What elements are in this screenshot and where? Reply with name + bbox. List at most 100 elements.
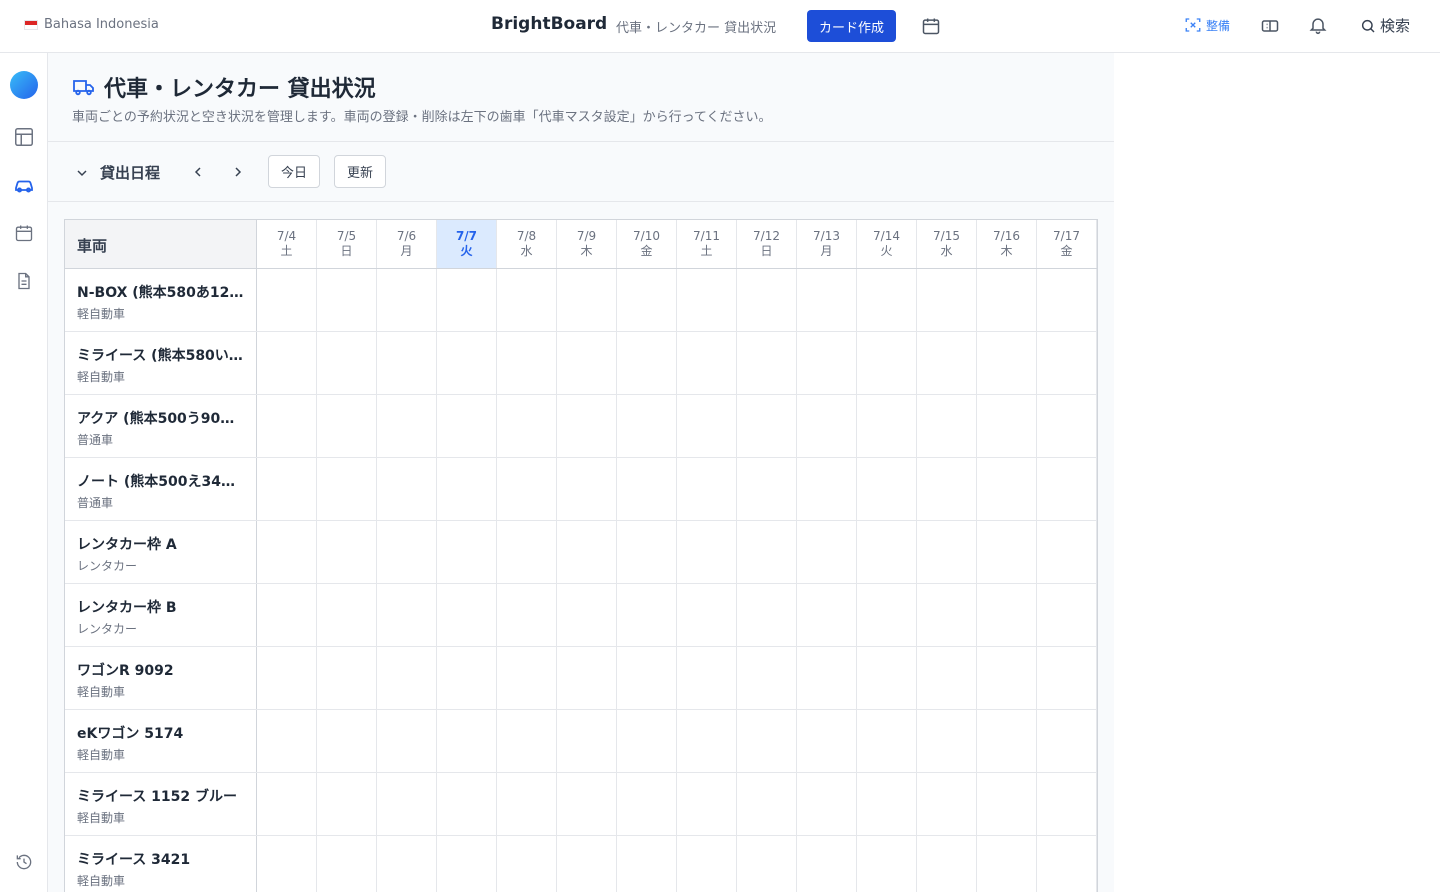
schedule-cell[interactable] (617, 773, 677, 835)
schedule-cell[interactable] (977, 647, 1037, 709)
schedule-cell[interactable] (737, 710, 797, 772)
schedule-cell[interactable] (917, 395, 977, 457)
schedule-cell[interactable] (917, 710, 977, 772)
schedule-cell[interactable] (857, 458, 917, 520)
schedule-cell[interactable] (617, 836, 677, 892)
schedule-cell[interactable] (797, 269, 857, 331)
schedule-cell[interactable] (677, 395, 737, 457)
schedule-cell[interactable] (797, 773, 857, 835)
schedule-cell[interactable] (977, 458, 1037, 520)
schedule-cell[interactable] (497, 836, 557, 892)
ticket-icon[interactable] (1259, 15, 1281, 37)
schedule-cell[interactable] (497, 710, 557, 772)
schedule-cell[interactable] (497, 647, 557, 709)
schedule-cell[interactable] (797, 710, 857, 772)
schedule-cell[interactable] (677, 332, 737, 394)
schedule-cell[interactable] (857, 836, 917, 892)
schedule-cell[interactable] (677, 269, 737, 331)
schedule-cell[interactable] (977, 584, 1037, 646)
schedule-cell[interactable] (737, 269, 797, 331)
schedule-cell[interactable] (917, 647, 977, 709)
schedule-cell[interactable] (257, 710, 317, 772)
vehicle-label[interactable]: ミライース 1152 ブルー 軽自動車 (65, 773, 257, 835)
refresh-button[interactable]: 更新 (334, 155, 387, 188)
avatar[interactable] (10, 71, 38, 99)
schedule-cell[interactable] (317, 710, 377, 772)
schedule-cell[interactable] (317, 836, 377, 892)
schedule-cell[interactable] (317, 269, 377, 331)
schedule-cell[interactable] (557, 395, 617, 457)
schedule-cell[interactable] (977, 269, 1037, 331)
notification-bell-icon[interactable] (1307, 14, 1329, 36)
schedule-cell[interactable] (977, 710, 1037, 772)
schedule-cell[interactable] (437, 584, 497, 646)
schedule-cell[interactable] (257, 773, 317, 835)
schedule-cell[interactable] (977, 773, 1037, 835)
vehicle-label[interactable]: ワゴンR 9092 軽自動車 (65, 647, 257, 709)
schedule-cell[interactable] (497, 584, 557, 646)
schedule-cell[interactable] (677, 710, 737, 772)
schedule-cell[interactable] (437, 647, 497, 709)
schedule-cell[interactable] (857, 647, 917, 709)
schedule-cell[interactable] (617, 458, 677, 520)
schedule-cell[interactable] (617, 395, 677, 457)
brand-logo[interactable]: BrightBoard (491, 14, 607, 34)
schedule-cell[interactable] (437, 332, 497, 394)
schedule-cell[interactable] (437, 269, 497, 331)
schedule-cell[interactable] (977, 836, 1037, 892)
schedule-cell[interactable] (917, 836, 977, 892)
calendar-nav-icon[interactable] (12, 221, 36, 245)
schedule-cell[interactable] (917, 521, 977, 583)
schedule-cell[interactable] (317, 521, 377, 583)
schedule-cell[interactable] (377, 521, 437, 583)
vehicle-label[interactable]: レンタカー枠 A レンタカー (65, 521, 257, 583)
schedule-cell[interactable] (857, 269, 917, 331)
schedule-cell[interactable] (857, 521, 917, 583)
vehicle-label[interactable]: ノート (熊本500え3456) 普通車 (65, 458, 257, 520)
schedule-cell[interactable] (617, 521, 677, 583)
schedule-cell[interactable] (737, 773, 797, 835)
schedule-cell[interactable] (917, 458, 977, 520)
schedule-cell[interactable] (737, 458, 797, 520)
vehicle-label[interactable]: レンタカー枠 B レンタカー (65, 584, 257, 646)
schedule-cell[interactable] (797, 395, 857, 457)
schedule-cell[interactable] (737, 395, 797, 457)
schedule-cell[interactable] (797, 584, 857, 646)
schedule-cell[interactable] (437, 521, 497, 583)
schedule-cell[interactable] (1037, 521, 1097, 583)
schedule-cell[interactable] (1037, 269, 1097, 331)
schedule-cell[interactable] (497, 773, 557, 835)
schedule-cell[interactable] (257, 395, 317, 457)
schedule-cell[interactable] (917, 269, 977, 331)
schedule-cell[interactable] (977, 332, 1037, 394)
schedule-cell[interactable] (377, 458, 437, 520)
schedule-cell[interactable] (557, 647, 617, 709)
schedule-cell[interactable] (1037, 710, 1097, 772)
schedule-cell[interactable] (557, 521, 617, 583)
schedule-cell[interactable] (557, 773, 617, 835)
schedule-cell[interactable] (677, 458, 737, 520)
vehicle-label[interactable]: ミライース 3421 軽自動車 (65, 836, 257, 892)
vehicle-label[interactable]: アクア (熊本500う9012) 普通車 (65, 395, 257, 457)
schedule-cell[interactable] (557, 332, 617, 394)
schedule-cell[interactable] (437, 836, 497, 892)
schedule-cell[interactable] (1037, 458, 1097, 520)
schedule-cell[interactable] (437, 458, 497, 520)
schedule-cell[interactable] (857, 710, 917, 772)
today-button[interactable]: 今日 (268, 155, 321, 188)
schedule-cell[interactable] (377, 647, 437, 709)
schedule-cell[interactable] (737, 521, 797, 583)
history-icon[interactable] (12, 850, 36, 874)
schedule-cell[interactable] (617, 269, 677, 331)
schedule-cell[interactable] (677, 836, 737, 892)
schedule-cell[interactable] (1037, 584, 1097, 646)
maintenance-button[interactable]: 整備 (1184, 16, 1230, 34)
schedule-cell[interactable] (257, 836, 317, 892)
schedule-cell[interactable] (677, 647, 737, 709)
schedule-cell[interactable] (317, 458, 377, 520)
schedule-cell[interactable] (857, 773, 917, 835)
schedule-cell[interactable] (377, 332, 437, 394)
schedule-cell[interactable] (977, 521, 1037, 583)
schedule-cell[interactable] (737, 836, 797, 892)
schedule-cell[interactable] (437, 710, 497, 772)
